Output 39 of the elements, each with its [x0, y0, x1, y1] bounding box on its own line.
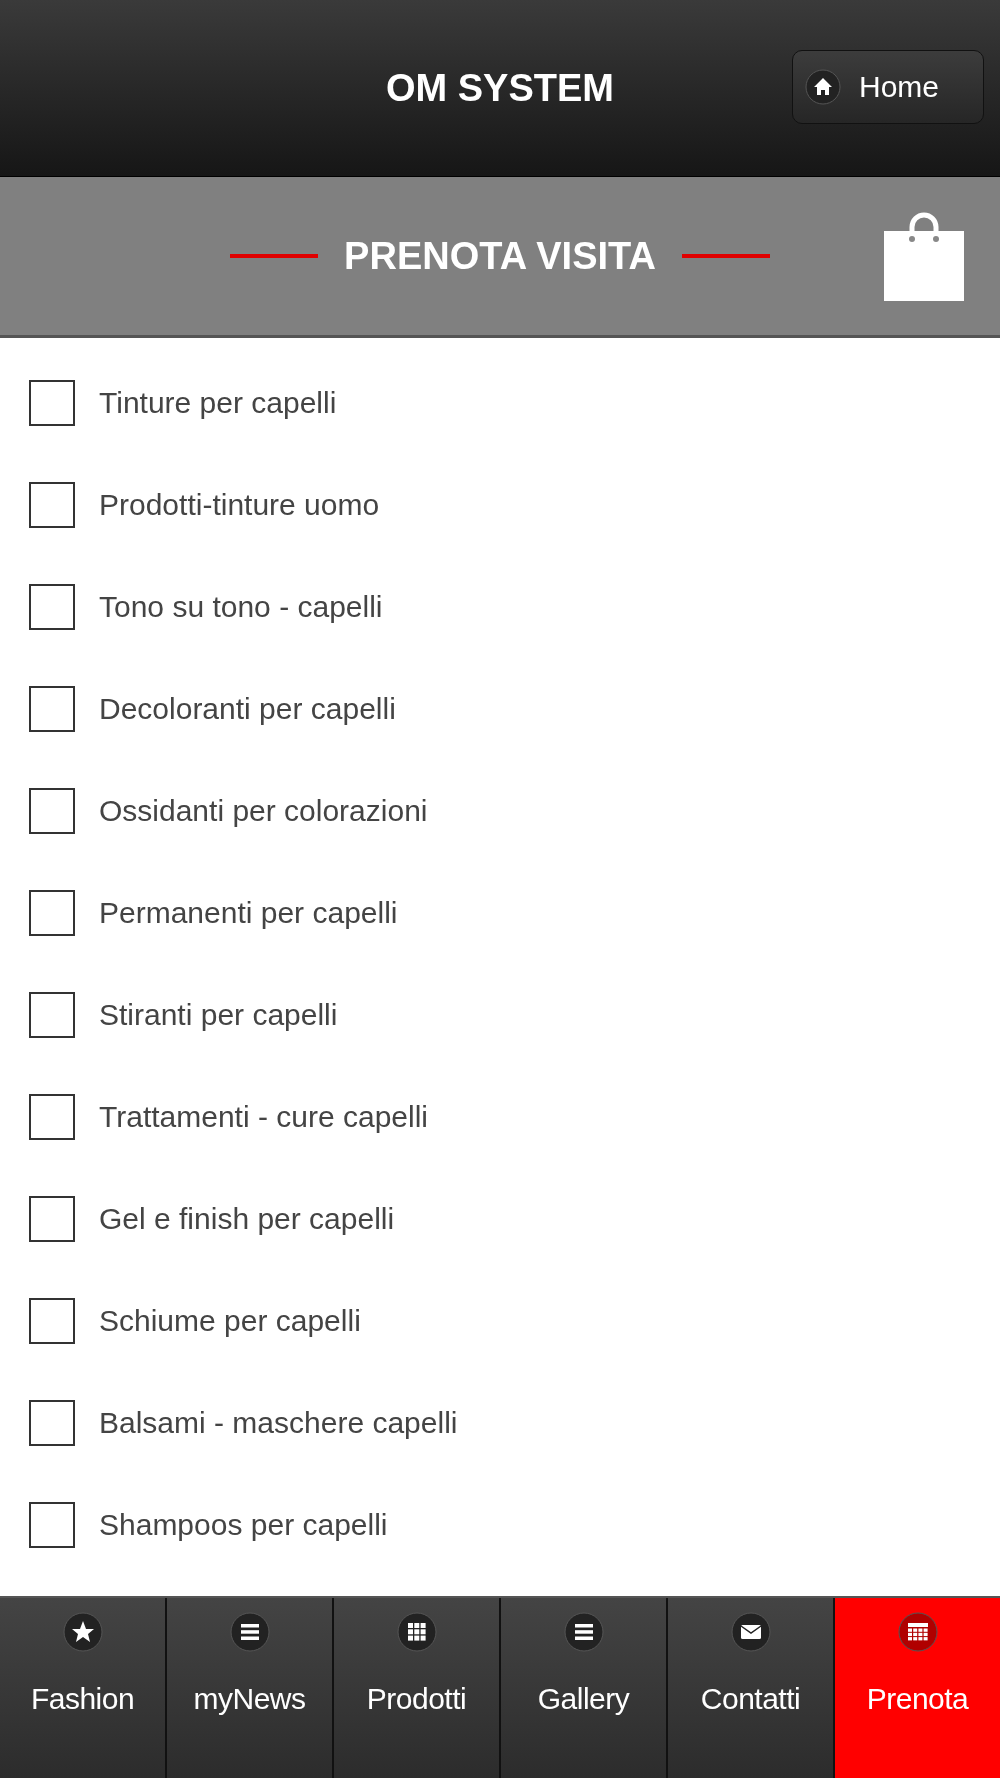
checkbox[interactable]	[29, 1400, 75, 1446]
checkbox[interactable]	[29, 1196, 75, 1242]
checkbox[interactable]	[29, 788, 75, 834]
service-label: Tinture per capelli	[99, 386, 337, 420]
nav-tab[interactable]: Fashion	[0, 1598, 167, 1778]
checkbox[interactable]	[29, 686, 75, 732]
app-title: OM SYSTEM	[386, 66, 614, 110]
grid-icon	[396, 1612, 437, 1652]
nav-tab[interactable]: Gallery	[501, 1598, 668, 1778]
checkbox[interactable]	[29, 1298, 75, 1344]
service-label: Decoloranti per capelli	[99, 692, 396, 726]
service-label: Schiume per capelli	[99, 1304, 361, 1338]
list-icon	[229, 1612, 270, 1652]
checkbox[interactable]	[29, 380, 75, 426]
service-label: Permanenti per capelli	[99, 896, 398, 930]
nav-tab[interactable]: Prenota	[835, 1598, 1000, 1778]
nav-tab[interactable]: Contatti	[668, 1598, 835, 1778]
service-label: Shampoos per capelli	[99, 1508, 388, 1542]
service-label: Prodotti-tinture uomo	[99, 488, 380, 522]
service-label: Stiranti per capelli	[99, 998, 338, 1032]
checkbox[interactable]	[29, 992, 75, 1038]
checkbox[interactable]	[29, 1094, 75, 1140]
nav-tab[interactable]: myNews	[167, 1598, 334, 1778]
checkbox[interactable]	[29, 584, 75, 630]
service-label: Ossidanti per colorazioni	[99, 794, 428, 828]
service-label: Balsami - maschere capelli	[99, 1406, 458, 1440]
home-icon	[805, 69, 841, 105]
checkbox[interactable]	[29, 890, 75, 936]
checkbox[interactable]	[29, 1502, 75, 1548]
calendar-icon	[897, 1612, 938, 1652]
checkbox[interactable]	[29, 482, 75, 528]
home-button[interactable]: Home	[792, 50, 984, 124]
service-label: Trattamenti - cure capelli	[99, 1100, 428, 1134]
service-label: Tono su tono - capelli	[99, 590, 383, 624]
mail-icon	[730, 1612, 771, 1652]
section-title: PRENOTA VISITA	[344, 234, 656, 278]
list-icon	[563, 1612, 604, 1652]
nav-tab[interactable]: Prodotti	[334, 1598, 501, 1778]
service-label: Gel e finish per capelli	[99, 1202, 395, 1236]
